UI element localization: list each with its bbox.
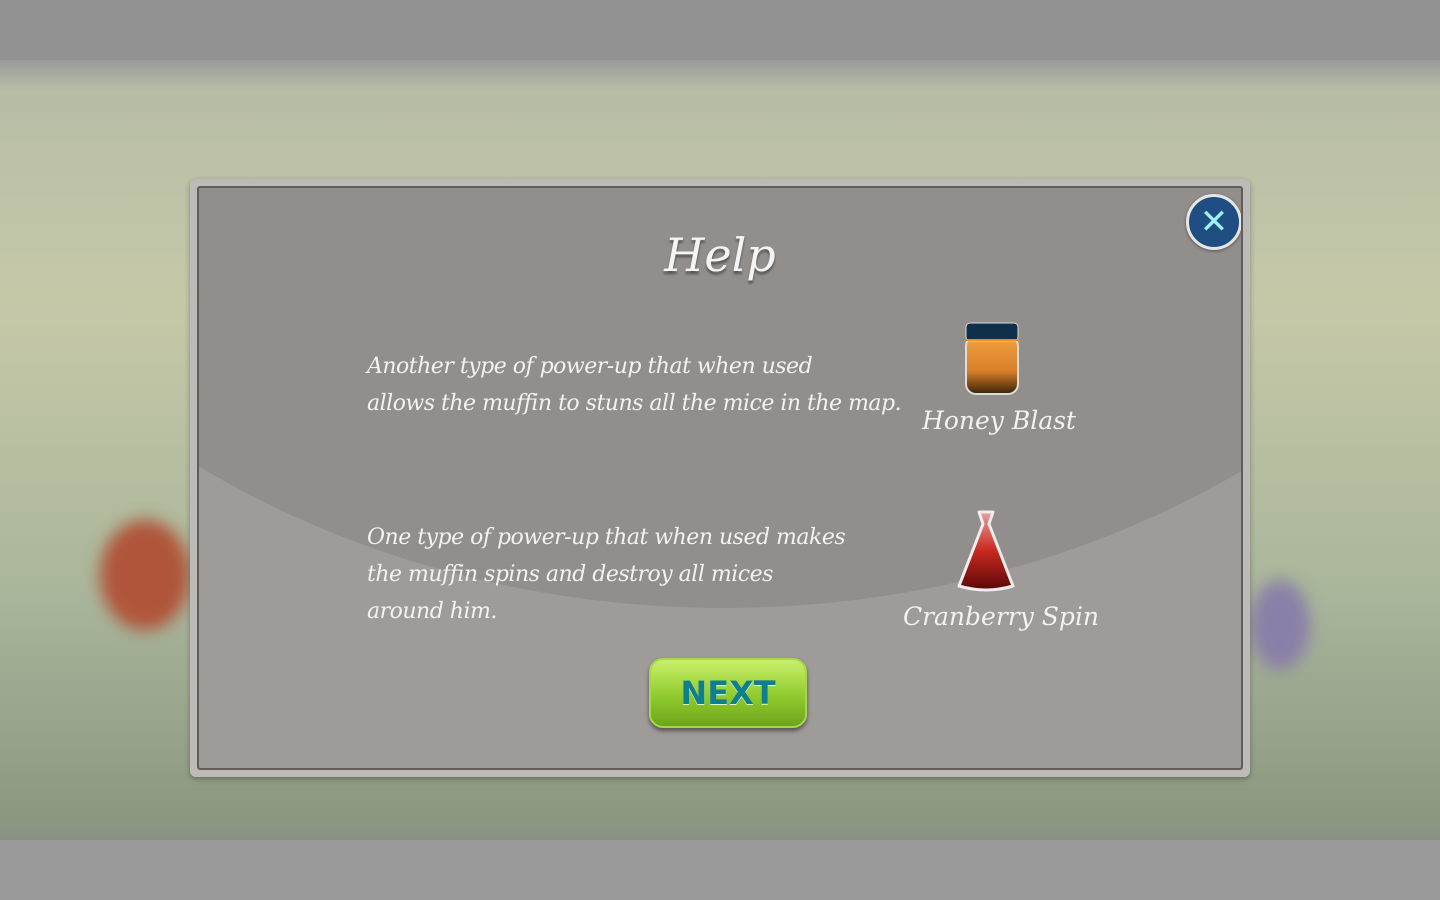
honey-jar-icon <box>965 322 1019 395</box>
blurred-object <box>1250 580 1310 670</box>
cranberry-flask-icon <box>957 510 1015 592</box>
close-x-icon: ✕ <box>1199 202 1229 242</box>
blurred-top-bar <box>0 0 1440 60</box>
close-button[interactable]: ✕ <box>1186 194 1241 250</box>
cranberry-spin-label: Cranberry Spin <box>902 602 1100 631</box>
description-line: allows the muffin to stuns all the mice … <box>367 391 902 416</box>
honey-blast-description: Another type of power-up that when used … <box>367 348 902 422</box>
blurred-character <box>100 520 190 630</box>
honey-blast-label: Honey Blast <box>922 406 1076 435</box>
dialog-title: Help <box>664 228 776 282</box>
help-panel: Help ✕ Another type of power-up that whe… <box>197 186 1243 770</box>
description-line: around him. <box>367 599 497 624</box>
help-dialog: Help ✕ Another type of power-up that whe… <box>190 179 1250 777</box>
next-button[interactable]: NEXT <box>649 658 807 728</box>
description-line: the muffin spins and destroy all mices <box>367 562 773 587</box>
cranberry-spin-description: One type of power-up that when used make… <box>367 519 846 630</box>
description-line: Another type of power-up that when used <box>367 354 813 379</box>
blurred-bottom-bar <box>0 840 1440 900</box>
description-line: One type of power-up that when used make… <box>367 525 846 550</box>
